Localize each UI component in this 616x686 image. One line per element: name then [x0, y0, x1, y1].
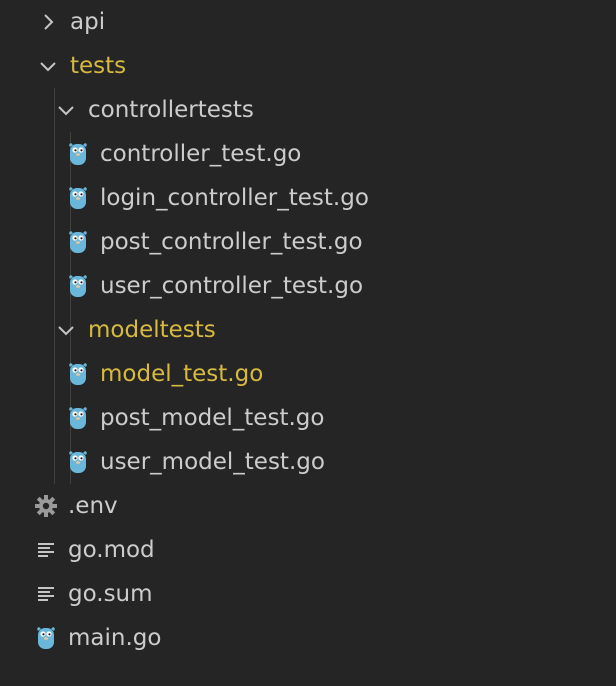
tree-file-row[interactable]: model_test.go: [0, 352, 616, 396]
text-lines-icon: [34, 580, 58, 608]
tree-item-label: controller_test.go: [100, 141, 302, 167]
tree-item-label: go.sum: [68, 581, 153, 607]
tree-item-label: controllertests: [88, 97, 254, 123]
tree-item-label: post_model_test.go: [100, 405, 325, 431]
tree-item-label: login_controller_test.go: [100, 185, 369, 211]
chevron-right-icon[interactable]: [36, 8, 60, 36]
tree-item-label: user_model_test.go: [100, 449, 325, 475]
tree-item-label: modeltests: [88, 317, 216, 343]
go-gopher-icon: [66, 360, 90, 388]
tree-item-label: post_controller_test.go: [100, 229, 363, 255]
tree-item-label: api: [70, 9, 106, 35]
tree-file-row[interactable]: go.sum: [0, 572, 616, 616]
tree-file-row[interactable]: post_controller_test.go: [0, 220, 616, 264]
go-gopher-icon: [66, 448, 90, 476]
tree-file-row[interactable]: main.go: [0, 616, 616, 660]
tree-file-row[interactable]: user_controller_test.go: [0, 264, 616, 308]
tree-item-label: main.go: [68, 625, 162, 651]
tree-item-label: .env: [68, 493, 118, 519]
tree-item-label: model_test.go: [100, 361, 264, 387]
chevron-down-icon[interactable]: [36, 52, 60, 80]
go-gopher-icon: [66, 184, 90, 212]
gear-icon: [34, 492, 58, 520]
tree-file-row[interactable]: go.mod: [0, 528, 616, 572]
chevron-down-icon[interactable]: [54, 316, 78, 344]
tree-file-row[interactable]: .env: [0, 484, 616, 528]
go-gopher-icon: [66, 404, 90, 432]
go-gopher-icon: [66, 228, 90, 256]
go-gopher-icon: [66, 272, 90, 300]
go-gopher-icon: [66, 140, 90, 168]
text-lines-icon: [34, 536, 58, 564]
chevron-down-icon[interactable]: [54, 96, 78, 124]
tree-folder-row[interactable]: modeltests: [0, 308, 616, 352]
tree-item-label: go.mod: [68, 537, 155, 563]
tree-folder-row[interactable]: controllertests: [0, 88, 616, 132]
go-gopher-icon: [34, 624, 58, 652]
tree-file-row[interactable]: user_model_test.go: [0, 440, 616, 484]
tree-folder-row[interactable]: api: [0, 0, 616, 44]
tree-item-label: tests: [70, 53, 127, 79]
file-explorer: api tests controllertests controller_test.g…: [0, 0, 616, 686]
tree-file-row[interactable]: login_controller_test.go: [0, 176, 616, 220]
tree-file-row[interactable]: post_model_test.go: [0, 396, 616, 440]
tree-file-row[interactable]: controller_test.go: [0, 132, 616, 176]
tree-folder-row[interactable]: tests: [0, 44, 616, 88]
tree-item-label: user_controller_test.go: [100, 273, 364, 299]
